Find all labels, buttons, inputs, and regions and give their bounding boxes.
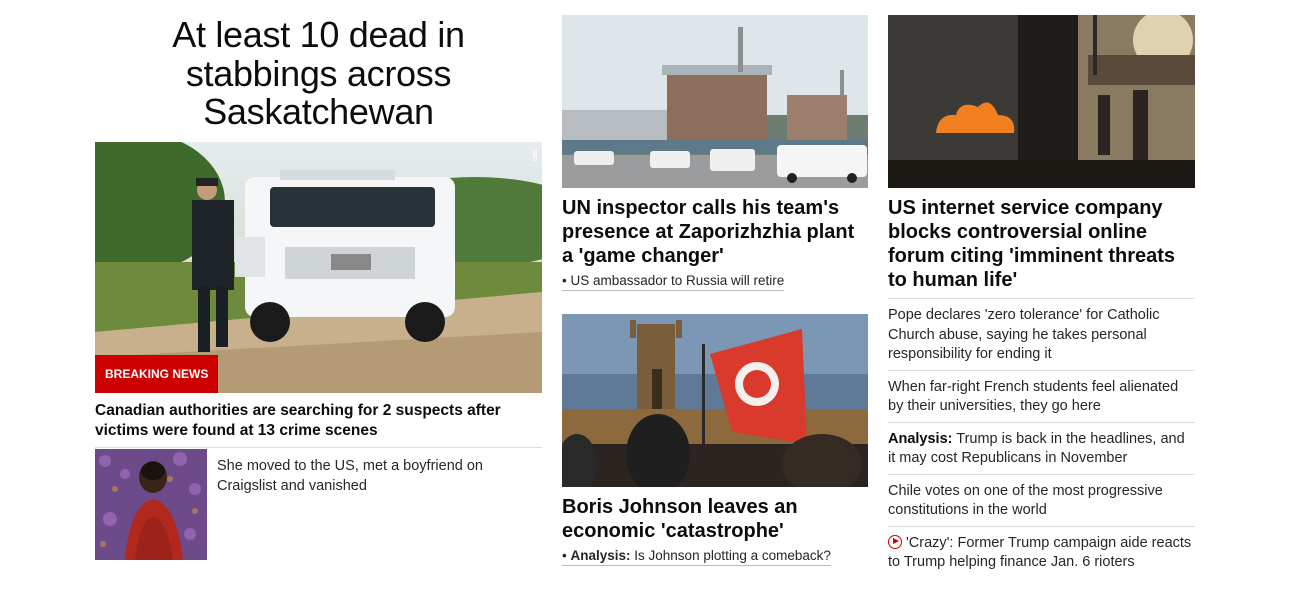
analysis-label: Analysis: [570,548,631,563]
list-item-chile[interactable]: Chile votes on one of the most progressi… [888,473,1195,526]
list-item-text: 'Crazy': Former Trump campaign aide reac… [888,534,1192,571]
hero-caption[interactable]: Canadian authorities are searching for 2… [95,401,542,448]
analysis-link[interactable]: • Analysis: Is Johnson plotting a comeba… [562,548,831,566]
hero-image[interactable]: BREAKING NEWS CBC [95,142,542,393]
related-story-thumbnail[interactable] [95,449,207,560]
list-item-text: When far-right French students feel alie… [888,378,1179,415]
breaking-news-badge: BREAKING NEWS [95,355,219,393]
ambassador-link-text: US ambassador to Russia will retire [570,273,785,288]
related-story-link[interactable]: She moved to the US, met a boyfriend on … [207,449,542,560]
cloudflare-image[interactable] [888,15,1195,188]
right-column: US internet service company blocks contr… [888,15,1195,578]
zaporizhzhia-image[interactable] [562,15,868,188]
list-item-text: Pope declares 'zero tolerance' for Catho… [888,307,1160,362]
list-item-crazy-video[interactable]: 'Crazy': Former Trump campaign aide reac… [888,525,1195,578]
analysis-label: Analysis: [888,430,953,447]
list-item-french-students[interactable]: When far-right French students feel alie… [888,369,1195,422]
center-column: UN inspector calls his team's presence a… [562,15,868,566]
headline-list: Pope declares 'zero tolerance' for Catho… [888,298,1195,578]
manchester-image[interactable] [562,314,868,487]
un-inspector-headline[interactable]: UN inspector calls his team's presence a… [562,196,868,268]
related-story[interactable]: She moved to the US, met a boyfriend on … [95,449,542,560]
photo-credit: CBC [533,148,539,161]
ambassador-link[interactable]: • US ambassador to Russia will retire [562,273,785,291]
cloudflare-headline[interactable]: US internet service company blocks contr… [888,196,1195,292]
analysis-link-text: Is Johnson plotting a comeback? [634,548,831,563]
main-headline[interactable]: At least 10 dead in stabbings across Sas… [95,15,542,142]
main-story-column: At least 10 dead in stabbings across Sas… [95,15,542,560]
list-item-text: Chile votes on one of the most progressi… [888,482,1163,519]
list-item-trump-analysis[interactable]: Analysis: Trump is back in the headlines… [888,421,1195,474]
list-item-pope[interactable]: Pope declares 'zero tolerance' for Catho… [888,298,1195,370]
boris-johnson-headline[interactable]: Boris Johnson leaves an economic 'catast… [562,495,868,543]
play-circle-icon [888,534,902,549]
